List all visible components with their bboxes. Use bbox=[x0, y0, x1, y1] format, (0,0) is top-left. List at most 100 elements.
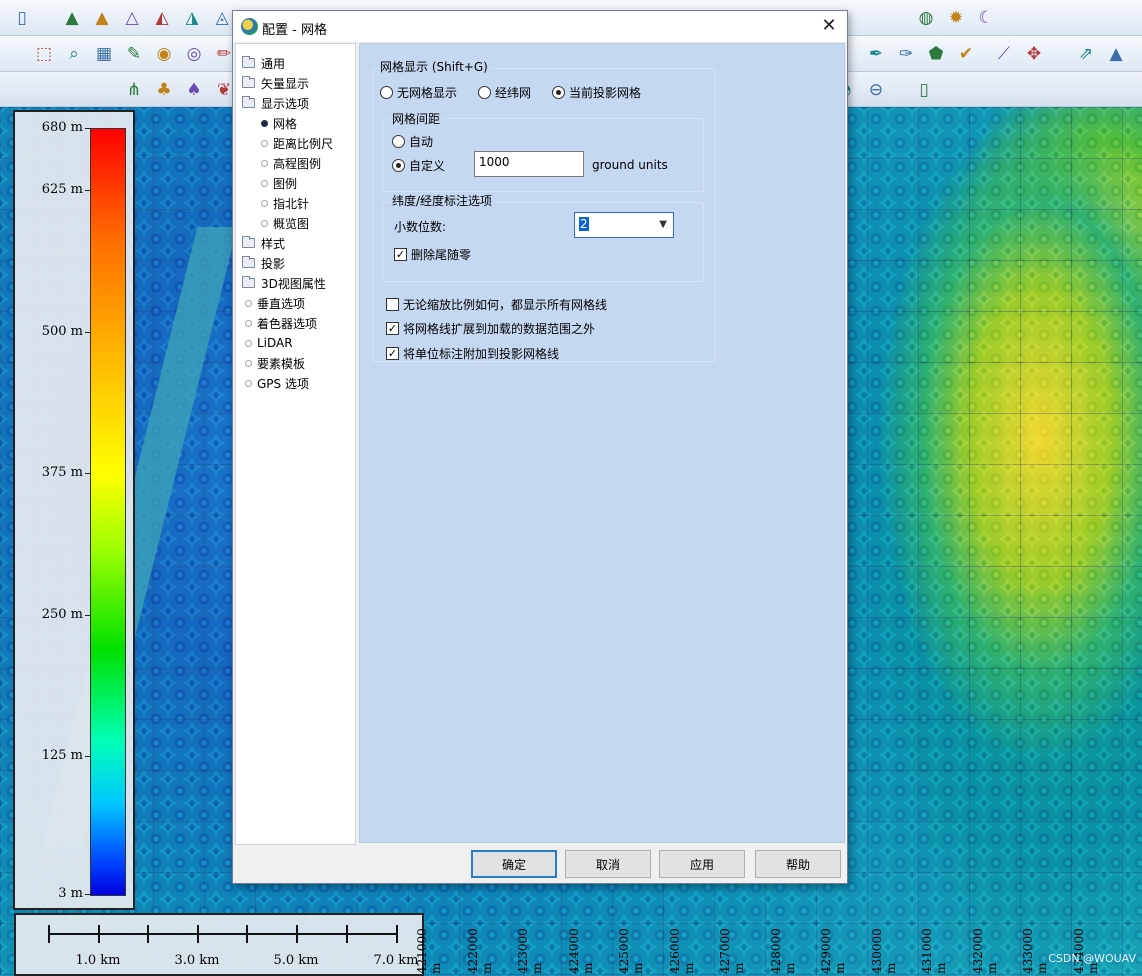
tree-item-3[interactable]: 网格 bbox=[258, 114, 297, 132]
close-icon[interactable]: ✕ bbox=[817, 15, 841, 37]
radio-no-grid[interactable]: 无网格显示 bbox=[380, 84, 457, 101]
radio-label: 经纬网 bbox=[495, 86, 532, 100]
export-icon[interactable]: ⇗ bbox=[1072, 40, 1100, 68]
tree-item-0[interactable]: 通用 bbox=[242, 54, 285, 72]
tree-item-13[interactable]: 着色器选项 bbox=[242, 314, 317, 332]
checkbox-label: 删除尾随零 bbox=[411, 248, 472, 262]
tree-item-16[interactable]: GPS 选项 bbox=[242, 374, 309, 392]
radio-latlon-grid[interactable]: 经纬网 bbox=[478, 84, 531, 101]
apply-button[interactable]: 应用 bbox=[659, 850, 745, 878]
select-icon[interactable]: ⬚ bbox=[30, 40, 58, 68]
grid-spacing-title: 网格间距 bbox=[390, 110, 443, 127]
moon-icon[interactable]: ☾ bbox=[972, 4, 1000, 32]
map-x-coordinate-label: 429000 m bbox=[819, 928, 847, 974]
tree-item-11[interactable]: 3D视图属性 bbox=[242, 274, 326, 292]
mountain-icon[interactable]: ▲ bbox=[1102, 40, 1130, 68]
folder-icon bbox=[242, 76, 255, 88]
tree-item-label: 要素模板 bbox=[257, 356, 306, 371]
checkbox-icon bbox=[386, 298, 399, 311]
radio-label: 无网格显示 bbox=[397, 86, 458, 100]
radio-projection-grid[interactable]: 当前投影网格 bbox=[552, 84, 641, 101]
extend-gridlines-checkbox[interactable]: ✓ 将网格线扩展到加载的数据范围之外 bbox=[386, 320, 595, 337]
tree-item-label: 图例 bbox=[273, 176, 298, 191]
grid-spacing-input[interactable]: 1000 bbox=[474, 151, 584, 177]
check-tool-icon[interactable]: ✔ bbox=[952, 40, 980, 68]
tree-item-15[interactable]: 要素模板 bbox=[242, 354, 305, 372]
latlon-label-title: 纬度/经度标注选项 bbox=[390, 192, 495, 209]
legend-tick: 375 m bbox=[15, 465, 91, 480]
tree-item-label: 投影 bbox=[261, 256, 286, 271]
terrain-icon[interactable]: ▲ bbox=[58, 4, 86, 32]
legend-tick: 125 m bbox=[15, 748, 91, 763]
shape-icon[interactable]: ⬟ bbox=[922, 40, 950, 68]
map-x-coordinate-label: 432000 m bbox=[970, 928, 999, 974]
map-x-coordinate-label: 424000 m bbox=[566, 928, 595, 974]
search-area-icon[interactable]: ⌕ bbox=[60, 40, 88, 68]
append-units-checkbox[interactable]: ✓ 将单位标注附加到投影网格线 bbox=[386, 345, 559, 362]
tree-item-5[interactable]: 高程图例 bbox=[258, 154, 321, 172]
ok-button[interactable]: 确定 bbox=[471, 850, 557, 878]
device-icon[interactable]: ▯ bbox=[8, 4, 36, 32]
settings-tree: 通用矢量显示显示选项网格距离比例尺高程图例图例指北针概览图样式投影 3D视图属性垂… bbox=[235, 43, 356, 845]
terrain-slope-icon[interactable]: ◮ bbox=[178, 4, 206, 32]
map-x-coordinate-label: 427000 m bbox=[718, 928, 746, 974]
paint-palette-icon[interactable]: ◉ bbox=[150, 40, 178, 68]
tree-item-10[interactable]: 投影 bbox=[242, 254, 285, 272]
tree-item-9[interactable]: 样式 bbox=[242, 234, 285, 252]
radio-custom-spacing[interactable]: 自定义 bbox=[392, 157, 445, 174]
move-icon[interactable]: ✥ bbox=[1020, 40, 1048, 68]
legend-tick: 3 m bbox=[15, 886, 91, 901]
minus-circle-icon[interactable]: ⊖ bbox=[862, 76, 890, 104]
terrain-green-icon[interactable]: ▲ bbox=[88, 4, 116, 32]
tree-item-1[interactable]: 矢量显示 bbox=[242, 74, 309, 92]
terrain-light-icon[interactable]: △ bbox=[118, 4, 146, 32]
grid-pattern-icon[interactable]: ▦ bbox=[90, 40, 118, 68]
cancel-button[interactable]: 取消 bbox=[565, 850, 651, 878]
tree-item-label: 距离比例尺 bbox=[273, 136, 334, 151]
decimals-select[interactable]: 2 ▼ bbox=[574, 212, 674, 238]
globe-icon[interactable]: ◍ bbox=[912, 4, 940, 32]
radio-circle-icon bbox=[478, 86, 491, 99]
dialog-title: 配置 - 网格 bbox=[262, 23, 327, 38]
bullet-icon bbox=[261, 159, 268, 167]
show-all-gridlines-checkbox[interactable]: 无论缩放比例如何，都显示所有网格线 bbox=[386, 296, 607, 313]
bullet-icon bbox=[261, 179, 268, 187]
tree-item-label: 垂直选项 bbox=[257, 296, 306, 311]
mountain-shade-icon[interactable]: ◭ bbox=[148, 4, 176, 32]
tree-item-8[interactable]: 概览图 bbox=[258, 214, 309, 232]
bullet-icon bbox=[261, 139, 268, 147]
scale-bar-tick bbox=[346, 925, 348, 943]
scale-bar-tick bbox=[396, 925, 398, 943]
map-x-coordinate-label: 421000 m bbox=[415, 928, 443, 974]
tree-item-6[interactable]: 图例 bbox=[258, 174, 297, 192]
tree-item-label: 3D视图属性 bbox=[261, 276, 326, 291]
tree-item-4[interactable]: 距离比例尺 bbox=[258, 134, 333, 152]
dialog-titlebar[interactable]: 配置 - 网格 ✕ bbox=[233, 11, 847, 42]
bullet-icon bbox=[245, 379, 252, 387]
scale-bar-tick bbox=[197, 925, 199, 943]
tree-icon[interactable]: ♣ bbox=[150, 76, 178, 104]
bullet-icon bbox=[261, 219, 268, 227]
trim-zeros-checkbox[interactable]: ✓ 删除尾随零 bbox=[394, 246, 471, 263]
tree-item-12[interactable]: 垂直选项 bbox=[242, 294, 305, 312]
pen-line-icon[interactable]: ✑ bbox=[892, 40, 920, 68]
pen-icon[interactable]: ✒ bbox=[862, 40, 890, 68]
shrub-icon[interactable]: ♠ bbox=[180, 76, 208, 104]
gear-icon[interactable]: ✹ bbox=[942, 4, 970, 32]
scale-bar-tick bbox=[98, 925, 100, 943]
tree-item-14[interactable]: LiDAR bbox=[242, 334, 293, 352]
checkbox-checked-icon: ✓ bbox=[394, 248, 407, 261]
tree-item-7[interactable]: 指北针 bbox=[258, 194, 309, 212]
help-button[interactable]: 帮助 bbox=[755, 850, 841, 878]
tree-item-2[interactable]: 显示选项 bbox=[242, 94, 309, 112]
scale-bar-tick bbox=[147, 925, 149, 943]
measure-icon[interactable]: ⟋ bbox=[990, 40, 1018, 68]
grass-icon[interactable]: ⋔ bbox=[120, 76, 148, 104]
device-icon[interactable]: ▯ bbox=[910, 76, 938, 104]
edit-icon[interactable]: ✎ bbox=[120, 40, 148, 68]
radio-auto-spacing[interactable]: 自动 bbox=[392, 133, 433, 150]
map-x-coordinate-label: 433000 m bbox=[1021, 928, 1049, 974]
palette-icon[interactable]: ◎ bbox=[180, 40, 208, 68]
chevron-down-icon: ▼ bbox=[659, 219, 667, 230]
checkbox-checked-icon: ✓ bbox=[386, 347, 399, 360]
